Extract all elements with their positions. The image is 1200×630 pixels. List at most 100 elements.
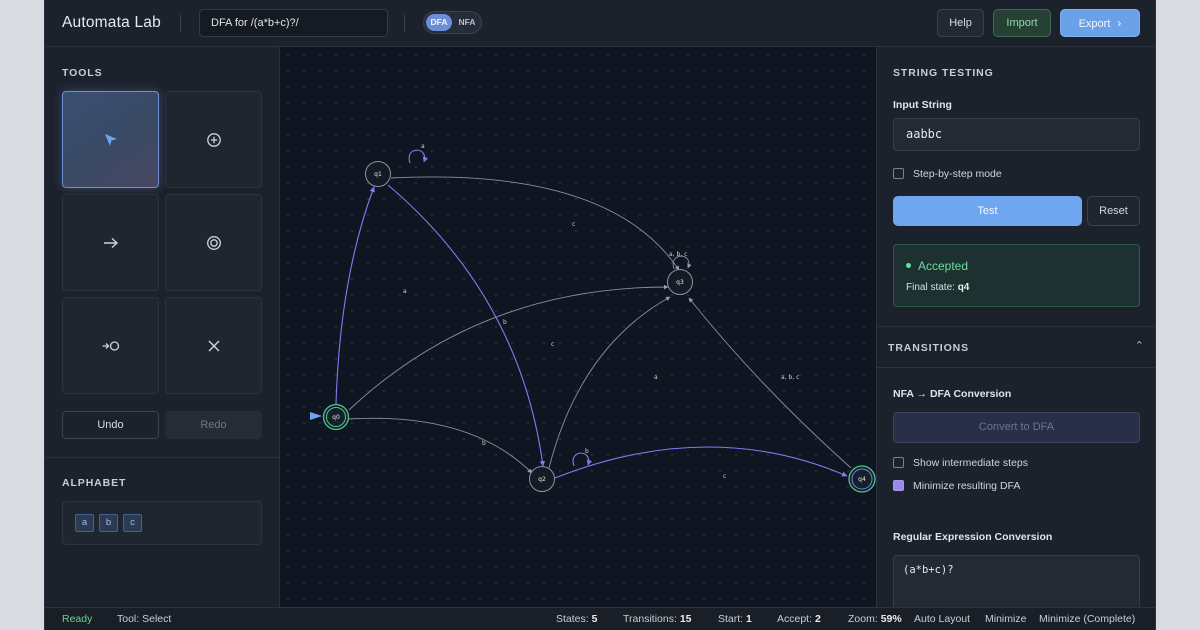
- edge-label: c: [723, 473, 726, 480]
- export-button[interactable]: Export ›: [1060, 9, 1140, 37]
- edge-label: b: [503, 319, 507, 326]
- edge-q2-q3[interactable]: [548, 296, 671, 469]
- states-count: 5: [591, 613, 598, 625]
- import-button[interactable]: Import: [993, 9, 1051, 37]
- minimize-row[interactable]: Minimize resulting DFA: [893, 480, 1020, 494]
- regex-field[interactable]: (a*b+c)?: [893, 555, 1140, 615]
- edge-q1-q2[interactable]: [387, 184, 546, 467]
- edge-q3-q3[interactable]: [672, 255, 692, 270]
- edge-label: a: [421, 143, 425, 150]
- chevron-up-icon[interactable]: ⌃: [1135, 339, 1144, 352]
- reset-button[interactable]: Reset: [1087, 196, 1140, 226]
- accept-label: Accept:: [777, 613, 813, 625]
- input-string-field[interactable]: aabbc: [893, 118, 1140, 151]
- edge-label: b: [585, 448, 589, 455]
- states-label: States:: [556, 613, 589, 625]
- show-steps-checkbox[interactable]: [893, 457, 904, 468]
- state-label: q2: [538, 476, 546, 483]
- edge-label: b: [482, 440, 486, 447]
- state-q2[interactable]: q2: [529, 466, 555, 492]
- automaton-name-input[interactable]: DFA for /(a*b+c)?/: [199, 9, 388, 37]
- edge-q2-q4[interactable]: [554, 446, 848, 479]
- state-label: q0: [332, 414, 340, 421]
- minimize-checkbox[interactable]: [893, 480, 904, 491]
- status-zoom: Zoom: 59%: [848, 608, 902, 630]
- start-arrow: [310, 412, 322, 420]
- edge-label: a, b, c: [669, 251, 687, 258]
- edge-label: a, b, c: [781, 374, 799, 381]
- tool-delete[interactable]: [165, 297, 262, 394]
- alphabet-symbol[interactable]: c: [123, 514, 142, 532]
- edge-label: c: [572, 221, 575, 228]
- edge-label: a: [403, 288, 407, 295]
- alphabet-symbol[interactable]: a: [75, 514, 94, 532]
- alphabet-symbol[interactable]: b: [99, 514, 118, 532]
- regex-title: Regular Expression Conversion: [893, 531, 1053, 543]
- mode-nfa-option[interactable]: NFA: [455, 14, 479, 31]
- state-label: q1: [374, 171, 382, 178]
- header-divider: [180, 15, 181, 32]
- minimize-complete-button[interactable]: Minimize (Complete): [1039, 608, 1135, 630]
- edge-q0-q2[interactable]: [348, 417, 533, 474]
- export-label: Export: [1078, 18, 1111, 30]
- edge-q0-q1[interactable]: [335, 186, 375, 405]
- zoom-label: Zoom:: [848, 613, 878, 625]
- double-circle-icon: [206, 235, 221, 250]
- tool-add-state[interactable]: [165, 91, 262, 188]
- close-icon: [207, 339, 220, 352]
- chevron-right-icon: ›: [1117, 16, 1122, 30]
- edge-q1-q3[interactable]: [390, 176, 680, 271]
- status-dot-icon: [906, 263, 911, 268]
- step-mode-row[interactable]: Step-by-step mode: [893, 168, 1002, 182]
- transitions-section-header[interactable]: TRANSITIONS ⌃: [877, 326, 1155, 368]
- arrow-right-icon: [103, 237, 118, 248]
- tool-add-transition[interactable]: [62, 194, 159, 291]
- state-q0[interactable]: q0: [322, 403, 350, 431]
- edge-q0-q3[interactable]: [348, 284, 669, 411]
- tool-start-state[interactable]: [62, 297, 159, 394]
- result-box: Accepted Final state: q4: [893, 244, 1140, 307]
- final-state-value: q4: [957, 282, 970, 293]
- state-q3[interactable]: q3: [667, 269, 693, 295]
- app-window: Automata Lab DFA for /(a*b+c)?/ DFA NFA …: [44, 0, 1156, 630]
- minimize-label: Minimize resulting DFA: [913, 480, 1021, 492]
- convert-to-dfa-button[interactable]: Convert to DFA: [893, 412, 1140, 443]
- state-label: q3: [676, 279, 684, 286]
- tool-select[interactable]: [62, 91, 159, 188]
- edge-q2-q2[interactable]: [572, 452, 593, 467]
- string-testing-title: STRING TESTING: [893, 67, 994, 79]
- status-accept: Accept: 2: [777, 608, 821, 630]
- auto-layout-button[interactable]: Auto Layout: [914, 608, 970, 630]
- redo-button[interactable]: Redo: [165, 411, 262, 439]
- state-q1[interactable]: q1: [365, 161, 391, 187]
- step-mode-checkbox[interactable]: [893, 168, 904, 179]
- header: Automata Lab DFA for /(a*b+c)?/ DFA NFA …: [45, 0, 1155, 47]
- undo-button[interactable]: Undo: [62, 411, 159, 439]
- state-label: q4: [858, 476, 866, 483]
- help-button[interactable]: Help: [937, 9, 984, 37]
- divider: [45, 457, 280, 458]
- minimize-button[interactable]: Minimize: [985, 608, 1026, 630]
- tool-accept-state[interactable]: [165, 194, 262, 291]
- transitions-title: TRANSITIONS: [888, 342, 970, 354]
- status-tool: Tool: Select: [117, 613, 172, 625]
- mode-dfa-option[interactable]: DFA: [426, 14, 452, 31]
- mode-toggle[interactable]: DFA NFA: [423, 11, 482, 34]
- test-button[interactable]: Test: [893, 196, 1082, 226]
- edge-q1-q1[interactable]: [408, 149, 429, 164]
- state-q4[interactable]: q4: [848, 465, 876, 493]
- edge-q4-q3[interactable]: [688, 297, 852, 469]
- tools-title: TOOLS: [62, 67, 103, 79]
- transitions-count: 15: [679, 613, 692, 625]
- show-steps-row[interactable]: Show intermediate steps: [893, 457, 1028, 471]
- result-status: Accepted: [906, 259, 968, 273]
- input-string-label: Input String: [893, 99, 952, 111]
- status-states: States: 5: [556, 608, 597, 630]
- automaton-canvas[interactable]: q0 q1 q2 q3 q4 a b b a c c b a c a, b, c…: [280, 47, 876, 607]
- automaton-graph[interactable]: q0 q1 q2 q3 q4 a b b a c c b a c a, b, c…: [280, 47, 876, 607]
- alphabet-title: ALPHABET: [62, 477, 127, 489]
- final-state-label: Final state:: [906, 282, 955, 293]
- status-bar: Ready Tool: Select States: 5 Transitions…: [45, 607, 1155, 630]
- status-start: Start: 1: [718, 608, 752, 630]
- nfa-dfa-title: NFA → DFA Conversion: [893, 388, 1012, 400]
